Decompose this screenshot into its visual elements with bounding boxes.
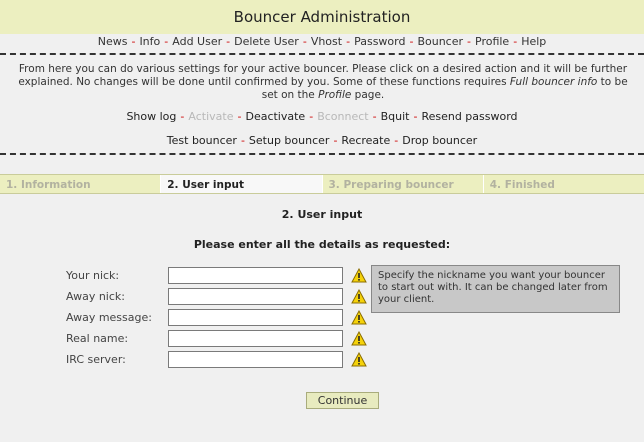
nav-info[interactable]: Info [139, 35, 160, 48]
nav-separator: - [164, 35, 169, 48]
action-test-bouncer[interactable]: Test bouncer [167, 134, 237, 147]
divider [0, 53, 644, 55]
nav-separator: - [409, 35, 414, 48]
nick-label: Your nick: [66, 268, 120, 282]
nav-news[interactable]: News [98, 35, 128, 48]
section-title: 2. User input [281, 208, 363, 221]
page-header: Bouncer Administration [0, 0, 644, 34]
nick-input[interactable] [168, 266, 343, 284]
step-user-input: 2. User input [161, 175, 323, 193]
nav-profile[interactable]: Profile [475, 35, 509, 48]
section-subtitle: Please enter all the details as requeste… [193, 238, 451, 251]
form-row-real-name: Real name: [66, 329, 367, 347]
away-message-input[interactable] [168, 308, 343, 326]
form-row-irc-server: IRC server: [66, 350, 367, 368]
away-message-label: Away message: [66, 310, 152, 324]
nav-separator: - [467, 35, 471, 48]
warning-icon [351, 288, 367, 303]
nav-separator: - [131, 35, 136, 48]
intro-text: From here you can do various settings fo… [12, 63, 634, 102]
step-information: 1. Information [0, 175, 162, 193]
action-recreate[interactable]: Recreate [341, 134, 390, 147]
nav-vhost[interactable]: Vhost [311, 35, 342, 48]
nav-delete-user[interactable]: Delete User [234, 35, 299, 48]
step-finished: 4. Finished [483, 175, 644, 193]
action-separator: - [180, 110, 185, 123]
warning-icon [351, 330, 367, 345]
nav-separator: - [302, 35, 307, 48]
action-separator: - [394, 134, 399, 147]
action-separator: - [413, 110, 418, 123]
top-nav: News - Info - Add User - Delete User - Vhost - Pas… [0, 34, 644, 51]
nav-separator: - [226, 35, 231, 48]
action-separator: - [240, 134, 245, 147]
away-nick-label: Away nick: [66, 289, 125, 303]
nav-add-user[interactable]: Add User [172, 35, 222, 48]
away-nick-input[interactable] [168, 287, 343, 305]
wizard-steps: 1. Information 2. User input 3. Preparin… [0, 174, 644, 194]
warning-icon [351, 267, 367, 282]
action-activate: Activate [188, 110, 234, 123]
actions-row-1: Show log - Activate - Deactivate - Bconnect - Bq… [0, 110, 644, 123]
nav-separator: - [346, 35, 351, 48]
intro-part3: page. [351, 89, 385, 101]
action-resend-password[interactable]: Resend password [421, 110, 517, 123]
irc-server-label: IRC server: [66, 352, 126, 366]
real-name-label: Real name: [66, 331, 129, 345]
help-tooltip: Specify the nickname you want your bounc… [371, 265, 620, 313]
intro-emph-full-bouncer-info: Full bouncer info [509, 76, 598, 88]
action-separator: - [372, 110, 377, 123]
intro-emph-profile: Profile [318, 89, 352, 101]
action-setup-bouncer[interactable]: Setup bouncer [249, 134, 330, 147]
form-row-away-nick: Away nick: [66, 287, 367, 305]
form-row-nick: Your nick: [66, 266, 367, 284]
action-separator: - [333, 134, 338, 147]
action-drop-bouncer[interactable]: Drop bouncer [402, 134, 477, 147]
nav-password[interactable]: Password [354, 35, 405, 48]
irc-server-input[interactable] [168, 350, 343, 368]
nav-separator: - [513, 35, 518, 48]
warning-icon [351, 351, 367, 366]
action-show-log[interactable]: Show log [126, 110, 176, 123]
action-separator: - [309, 110, 314, 123]
divider [0, 153, 644, 155]
action-bconnect: Bconnect [317, 110, 369, 123]
step-preparing-bouncer: 3. Preparing bouncer [322, 175, 484, 193]
action-bquit[interactable]: Bquit [381, 110, 410, 123]
action-separator: - [237, 110, 242, 123]
nav-help[interactable]: Help [521, 35, 546, 48]
form-row-away-message: Away message: [66, 308, 367, 326]
actions-row-2: Test bouncer - Setup bouncer - Recreate - Drop… [0, 134, 644, 147]
page-title: Bouncer Administration [233, 8, 411, 26]
real-name-input[interactable] [168, 329, 343, 347]
nav-bouncer[interactable]: Bouncer [417, 35, 463, 48]
action-deactivate[interactable]: Deactivate [245, 110, 305, 123]
continue-button[interactable]: Continue [306, 392, 379, 409]
warning-icon [351, 309, 367, 324]
